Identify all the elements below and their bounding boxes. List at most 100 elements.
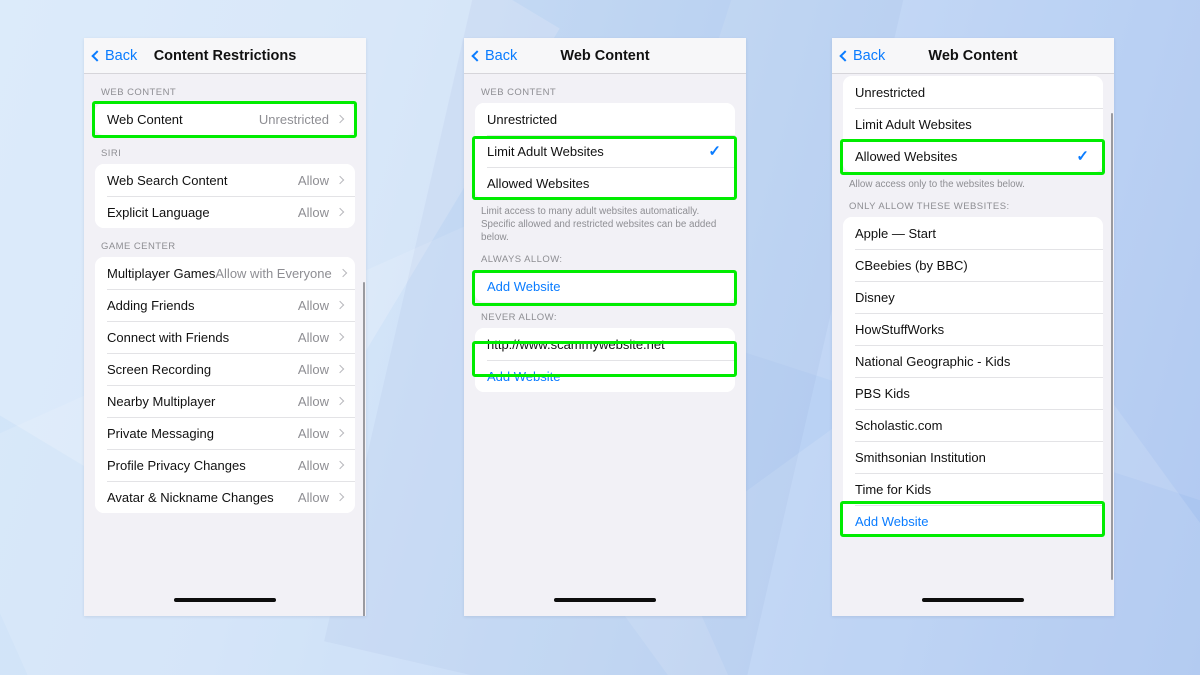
row-value: Unrestricted bbox=[258, 111, 329, 127]
row-label: Allowed Websites bbox=[855, 148, 958, 164]
row-value: Allow bbox=[297, 361, 329, 377]
row-avatar-nickname-changes[interactable]: Avatar & Nickname Changes Allow bbox=[95, 481, 355, 513]
row-value: Allow bbox=[297, 329, 329, 345]
add-website-button-allowed-list[interactable]: Add Website bbox=[843, 505, 1103, 537]
chevron-right-icon bbox=[335, 175, 345, 185]
section-card-web-content-modes: Unrestricted Limit Adult Websites Allowe… bbox=[843, 76, 1103, 172]
row-screen-recording[interactable]: Screen Recording Allow bbox=[95, 353, 355, 385]
back-button[interactable]: Back bbox=[471, 48, 517, 64]
row-private-messaging[interactable]: Private Messaging Allow bbox=[95, 417, 355, 449]
phone-screenshot-web-content-limit-adult: Back Web Content WEB CONTENT Unrestricte… bbox=[464, 38, 746, 616]
row-value: Allow bbox=[297, 489, 329, 505]
settings-list: Unrestricted Limit Adult Websites Allowe… bbox=[832, 74, 1114, 616]
allowed-website-item[interactable]: CBeebies (by BBC) bbox=[843, 249, 1103, 281]
home-indicator bbox=[922, 598, 1024, 602]
section-header-siri: SIRI bbox=[101, 148, 122, 159]
row-label: Add Website bbox=[855, 513, 929, 529]
row-label: Time for Kids bbox=[855, 481, 932, 497]
back-button[interactable]: Back bbox=[839, 48, 885, 64]
row-label: Disney bbox=[855, 289, 895, 305]
checkmark-icon: ✓ bbox=[1076, 147, 1089, 165]
chevron-left-icon bbox=[91, 49, 103, 62]
row-multiplayer-games[interactable]: Multiplayer Games Allow with Everyone bbox=[95, 257, 355, 289]
checkmark-icon: ✓ bbox=[708, 142, 721, 160]
add-website-button-always-allow[interactable]: Add Website bbox=[475, 270, 735, 302]
home-indicator bbox=[174, 598, 276, 602]
section-header-only-allow-these-websites: ONLY ALLOW THESE WEBSITES: bbox=[849, 201, 1010, 212]
row-explicit-language[interactable]: Explicit Language Allow bbox=[95, 196, 355, 228]
row-label: HowStuffWorks bbox=[855, 321, 945, 337]
allowed-website-item[interactable]: Disney bbox=[843, 281, 1103, 313]
section-header-game-center: GAME CENTER bbox=[101, 241, 176, 252]
row-nearby-multiplayer[interactable]: Nearby Multiplayer Allow bbox=[95, 385, 355, 417]
allowed-website-item[interactable]: Time for Kids bbox=[843, 473, 1103, 505]
section-card-always-allow: Add Website bbox=[475, 270, 735, 302]
section-card-game-center: Multiplayer Games Allow with Everyone Ad… bbox=[95, 257, 355, 513]
row-label: Web Content bbox=[107, 111, 183, 127]
row-value: Allow bbox=[297, 393, 329, 409]
row-label: Profile Privacy Changes bbox=[107, 457, 246, 473]
option-allowed-websites[interactable]: Allowed Websites ✓ bbox=[843, 140, 1103, 172]
option-allowed-websites[interactable]: Allowed Websites bbox=[475, 167, 735, 199]
row-profile-privacy-changes[interactable]: Profile Privacy Changes Allow bbox=[95, 449, 355, 481]
allowed-website-item[interactable]: National Geographic - Kids bbox=[843, 345, 1103, 377]
allowed-website-item[interactable]: HowStuffWorks bbox=[843, 313, 1103, 345]
option-unrestricted[interactable]: Unrestricted bbox=[475, 103, 735, 135]
phone-screenshot-web-content-allowed-websites: Back Web Content Unrestricted Limit Adul… bbox=[832, 38, 1114, 616]
row-label: Web Search Content bbox=[107, 172, 228, 188]
row-label: http://www.scammywebsite.net bbox=[487, 336, 665, 352]
section-header-web-content: WEB CONTENT bbox=[101, 87, 177, 98]
row-web-content[interactable]: Web Content Unrestricted bbox=[95, 103, 355, 135]
allowed-website-item[interactable]: Apple — Start bbox=[843, 217, 1103, 249]
section-card-web-content: Web Content Unrestricted bbox=[95, 103, 355, 135]
scroll-indicator[interactable] bbox=[1110, 113, 1113, 580]
row-label: Avatar & Nickname Changes bbox=[107, 489, 274, 505]
row-label: Unrestricted bbox=[487, 111, 558, 127]
allowed-website-item[interactable]: Scholastic.com bbox=[843, 409, 1103, 441]
chevron-left-icon bbox=[839, 49, 851, 62]
row-value: Allow bbox=[297, 204, 329, 220]
chevron-right-icon bbox=[335, 364, 345, 374]
add-website-button-never-allow[interactable]: Add Website bbox=[475, 360, 735, 392]
back-button[interactable]: Back bbox=[91, 47, 138, 64]
row-label: Add Website bbox=[487, 278, 561, 294]
chevron-right-icon bbox=[335, 460, 345, 470]
option-limit-adult-websites[interactable]: Limit Adult Websites bbox=[843, 108, 1103, 140]
row-value: Allow bbox=[297, 172, 329, 188]
chevron-right-icon bbox=[335, 207, 345, 217]
row-label: Explicit Language bbox=[107, 204, 210, 220]
chevron-right-icon bbox=[335, 114, 345, 124]
row-label: Private Messaging bbox=[107, 425, 214, 441]
row-label: Limit Adult Websites bbox=[855, 116, 972, 132]
phone-screenshot-content-restrictions: Back Content Restrictions WEB CONTENT We… bbox=[84, 38, 366, 616]
allowed-website-item[interactable]: PBS Kids bbox=[843, 377, 1103, 409]
option-limit-adult-websites[interactable]: Limit Adult Websites ✓ bbox=[475, 135, 735, 167]
allowed-website-item[interactable]: Smithsonian Institution bbox=[843, 441, 1103, 473]
row-label: Apple — Start bbox=[855, 225, 936, 241]
blocked-website-entry[interactable]: http://www.scammywebsite.net bbox=[475, 328, 735, 360]
row-adding-friends[interactable]: Adding Friends Allow bbox=[95, 289, 355, 321]
row-web-search-content[interactable]: Web Search Content Allow bbox=[95, 164, 355, 196]
row-label: Multiplayer Games bbox=[107, 265, 216, 281]
row-label: Screen Recording bbox=[107, 361, 212, 377]
chevron-right-icon bbox=[335, 396, 345, 406]
row-label: Allowed Websites bbox=[487, 175, 590, 191]
row-label: Scholastic.com bbox=[855, 417, 943, 433]
row-label: Connect with Friends bbox=[107, 329, 230, 345]
row-label: Smithsonian Institution bbox=[855, 449, 986, 465]
section-header-never-allow: NEVER ALLOW: bbox=[481, 312, 557, 323]
section-header-always-allow: ALWAYS ALLOW: bbox=[481, 254, 563, 265]
navigation-bar: Back Web Content bbox=[464, 38, 746, 74]
section-header-web-content: WEB CONTENT bbox=[481, 87, 557, 98]
row-value: Allow bbox=[297, 457, 329, 473]
chevron-right-icon bbox=[335, 492, 345, 502]
chevron-right-icon bbox=[335, 332, 345, 342]
section-footnote-web-content: Limit access to many adult websites auto… bbox=[481, 206, 717, 243]
chevron-right-icon bbox=[335, 428, 345, 438]
settings-list: WEB CONTENT Web Content Unrestricted SIR… bbox=[84, 74, 366, 616]
section-card-never-allow: http://www.scammywebsite.net Add Website bbox=[475, 328, 735, 392]
option-unrestricted[interactable]: Unrestricted bbox=[843, 76, 1103, 108]
row-connect-with-friends[interactable]: Connect with Friends Allow bbox=[95, 321, 355, 353]
back-button-label: Back bbox=[105, 47, 138, 64]
scroll-indicator[interactable] bbox=[362, 282, 365, 616]
